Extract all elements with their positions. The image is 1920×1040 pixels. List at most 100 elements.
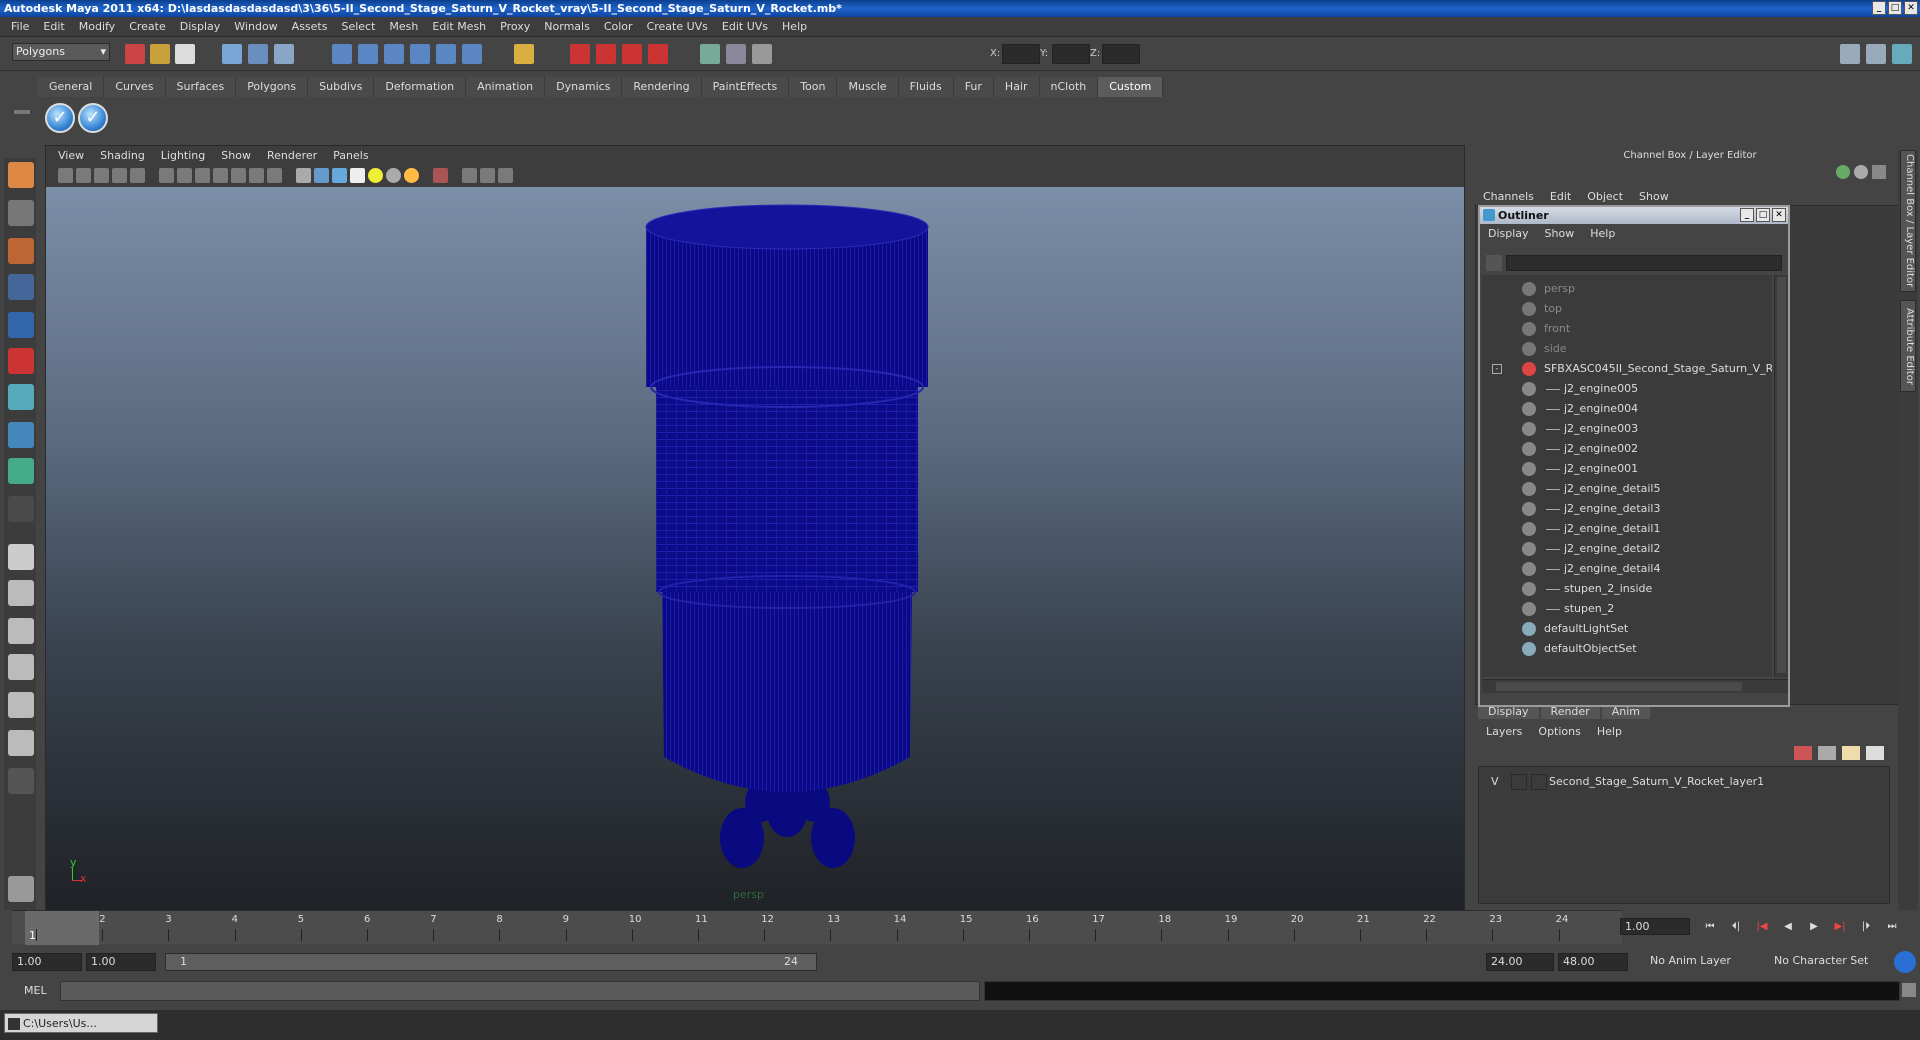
outliner-minimize-button[interactable]: _ bbox=[1740, 208, 1754, 222]
x-field[interactable] bbox=[1002, 44, 1040, 64]
outliner-item[interactable]: side bbox=[1482, 339, 1772, 359]
tab-toon[interactable]: Toon bbox=[789, 77, 838, 97]
tab-general[interactable]: General bbox=[38, 77, 105, 97]
outliner-item[interactable]: stupen_2_inside bbox=[1482, 579, 1772, 599]
step-forward-key-icon[interactable]: |⏵ bbox=[1856, 918, 1876, 935]
snap-curve-icon[interactable] bbox=[358, 44, 378, 64]
outliner-item[interactable]: front bbox=[1482, 319, 1772, 339]
xray-joints-icon[interactable] bbox=[480, 168, 495, 183]
go-to-end-icon[interactable]: ⏭ bbox=[1882, 918, 1902, 935]
3d-viewport[interactable] bbox=[46, 187, 1464, 910]
menu-show[interactable]: Show bbox=[213, 149, 259, 163]
move-tool-icon[interactable] bbox=[8, 274, 34, 300]
key-icon[interactable] bbox=[1836, 165, 1850, 179]
menu-normals[interactable]: Normals bbox=[537, 20, 597, 33]
new-layer-icon[interactable] bbox=[1794, 746, 1812, 760]
animation-start-field[interactable]: 1.00 bbox=[12, 953, 82, 971]
taskbar-window-button[interactable]: C:\Users\Us... bbox=[4, 1013, 158, 1033]
new-scene-icon[interactable] bbox=[125, 44, 145, 64]
step-back-key-icon[interactable]: ⏴| bbox=[1726, 918, 1746, 935]
menu-edit-uvs[interactable]: Edit UVs bbox=[715, 20, 775, 33]
scroll-thumb[interactable] bbox=[1777, 277, 1786, 673]
make-live-icon[interactable] bbox=[436, 44, 456, 64]
menu-create[interactable]: Create bbox=[122, 20, 173, 33]
scroll-thumb[interactable] bbox=[1496, 682, 1742, 691]
menu-select[interactable]: Select bbox=[334, 20, 382, 33]
toggle-input-icon[interactable] bbox=[726, 44, 746, 64]
menu-shading[interactable]: Shading bbox=[92, 149, 153, 163]
menu-renderer[interactable]: Renderer bbox=[259, 149, 325, 163]
select-object-icon[interactable] bbox=[248, 44, 268, 64]
outliner-item[interactable]: j2_engine004 bbox=[1482, 399, 1772, 419]
xray-icon[interactable] bbox=[462, 168, 477, 183]
gate-mask-icon[interactable] bbox=[195, 168, 210, 183]
menu-assets[interactable]: Assets bbox=[285, 20, 335, 33]
tab-curves[interactable]: Curves bbox=[104, 77, 166, 97]
playback-end-field[interactable]: 24.00 bbox=[1486, 953, 1554, 971]
all-lights-icon[interactable] bbox=[386, 168, 401, 183]
time-slider[interactable]: 1 2 3 4 5 6 7 8 9 10 11 12 13 14 15 16 17 18 19 20 21 22 23 24 bbox=[12, 910, 1622, 945]
single-pane-layout-icon[interactable] bbox=[8, 544, 34, 570]
script-layout-icon[interactable] bbox=[8, 730, 34, 756]
outliner-item[interactable]: j2_engine_detail2 bbox=[1482, 539, 1772, 559]
shadows-icon[interactable] bbox=[404, 168, 419, 183]
outliner-item[interactable]: top bbox=[1482, 299, 1772, 319]
layer-visibility-toggle[interactable]: V bbox=[1491, 775, 1499, 788]
tab-polygons[interactable]: Polygons bbox=[236, 77, 309, 97]
tab-dynamics[interactable]: Dynamics bbox=[545, 77, 623, 97]
outliner-search-input[interactable] bbox=[1506, 255, 1782, 271]
tab-fluids[interactable]: Fluids bbox=[898, 77, 954, 97]
menu-channels[interactable]: Channels bbox=[1475, 190, 1542, 203]
tab-channel-box-layer-editor[interactable]: Channel Box / Layer Editor bbox=[1900, 150, 1916, 292]
safe-action-icon[interactable] bbox=[231, 168, 246, 183]
camera-attributes-icon[interactable] bbox=[76, 168, 91, 183]
smooth-shade-icon[interactable] bbox=[314, 168, 329, 183]
outliner-item[interactable]: j2_engine_detail3 bbox=[1482, 499, 1772, 519]
menu-color[interactable]: Color bbox=[597, 20, 640, 33]
step-back-frame-icon[interactable]: |◀ bbox=[1752, 918, 1772, 935]
outliner-item[interactable]: j2_engine_detail1 bbox=[1482, 519, 1772, 539]
graph-layout-icon[interactable] bbox=[8, 654, 34, 680]
tab-attribute-editor[interactable]: Attribute Editor bbox=[1900, 300, 1916, 392]
snap-view-plane-icon[interactable] bbox=[410, 44, 430, 64]
textured-icon[interactable] bbox=[350, 168, 365, 183]
go-to-start-icon[interactable]: ⏮ bbox=[1700, 918, 1720, 935]
maximize-button[interactable]: □ bbox=[1888, 1, 1902, 15]
tab-painteffects[interactable]: PaintEffects bbox=[701, 77, 790, 97]
animation-end-field[interactable]: 48.00 bbox=[1558, 953, 1628, 971]
field-chart-icon[interactable] bbox=[213, 168, 228, 183]
outliner-close-button[interactable]: ✕ bbox=[1772, 208, 1786, 222]
resolution-gate-icon[interactable] bbox=[177, 168, 192, 183]
ipr-render-icon[interactable] bbox=[596, 44, 616, 64]
outliner-item[interactable]: j2_engine003 bbox=[1482, 419, 1772, 439]
play-forward-icon[interactable]: ▶ bbox=[1804, 918, 1824, 935]
outliner-layout-icon[interactable] bbox=[8, 618, 34, 644]
channel-box-icon[interactable] bbox=[1866, 44, 1886, 64]
manipulator-icon[interactable] bbox=[8, 384, 34, 410]
hud-icon[interactable] bbox=[498, 168, 513, 183]
menu-edit[interactable]: Edit bbox=[36, 20, 71, 33]
hypershade-layout-icon[interactable] bbox=[8, 692, 34, 718]
grid-icon[interactable] bbox=[130, 168, 145, 183]
menu-lighting[interactable]: Lighting bbox=[153, 149, 213, 163]
default-lighting-icon[interactable] bbox=[368, 168, 383, 183]
outliner-item[interactable]: j2_engine001 bbox=[1482, 459, 1772, 479]
bookmark-icon[interactable] bbox=[94, 168, 109, 183]
outliner-item[interactable]: j2_engine005 bbox=[1482, 379, 1772, 399]
y-field[interactable] bbox=[1052, 44, 1090, 64]
layer-row[interactable]: V Second_Stage_Saturn_V_Rocket_layer1 bbox=[1479, 773, 1887, 791]
tab-ncloth[interactable]: nCloth bbox=[1039, 77, 1099, 97]
z-field[interactable] bbox=[1102, 44, 1140, 64]
isolate-select-icon[interactable] bbox=[433, 168, 448, 183]
shelf-menu-icon[interactable] bbox=[14, 80, 30, 130]
layer-type-toggle[interactable] bbox=[1511, 774, 1527, 790]
select-tool-icon[interactable] bbox=[8, 162, 34, 188]
snap-grid-icon[interactable] bbox=[332, 44, 352, 64]
tab-muscle[interactable]: Muscle bbox=[837, 77, 899, 97]
select-hierarchy-icon[interactable] bbox=[222, 44, 242, 64]
auto-key-icon[interactable] bbox=[1894, 951, 1916, 973]
filter-icon[interactable] bbox=[1486, 255, 1502, 271]
character-set-dropdown[interactable]: No Character Set bbox=[1770, 953, 1880, 971]
tab-anim[interactable]: Anim bbox=[1601, 705, 1650, 719]
rotate-tool-icon[interactable] bbox=[8, 312, 34, 338]
